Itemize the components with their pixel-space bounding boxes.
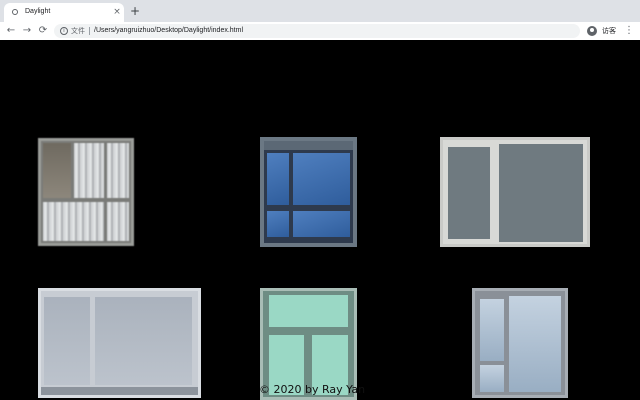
new-tab-button[interactable]: + bbox=[129, 4, 141, 18]
window-pane bbox=[509, 296, 561, 392]
window-blue bbox=[260, 137, 357, 247]
guest-avatar-icon bbox=[587, 26, 597, 36]
copyright-credit: © 2020 by Ray Yan bbox=[259, 383, 366, 396]
close-tab-icon[interactable]: × bbox=[112, 6, 122, 18]
window-pane bbox=[74, 143, 104, 198]
browser-toolbar: ← → ⟳ i 文件 /Users/yangruizhuo/Desktop/Da… bbox=[0, 22, 640, 40]
window-pane bbox=[448, 147, 490, 239]
back-icon[interactable]: ← bbox=[5, 24, 17, 38]
window-pane bbox=[107, 143, 129, 198]
window-pane bbox=[95, 297, 192, 385]
url-text[interactable]: /Users/yangruizhuo/Desktop/Daylight/inde… bbox=[94, 25, 243, 37]
window-pane bbox=[269, 295, 348, 327]
window-frame-top bbox=[264, 141, 353, 150]
window-pane bbox=[107, 202, 129, 241]
window-pane bbox=[43, 202, 104, 241]
window-pane bbox=[44, 297, 90, 385]
window-frame-bottom bbox=[41, 387, 198, 395]
window-pane bbox=[499, 144, 583, 242]
profile-label: 访客 bbox=[602, 27, 616, 35]
address-divider bbox=[89, 27, 90, 35]
window-pane bbox=[43, 143, 71, 198]
scheme-label: 文件 bbox=[71, 27, 85, 35]
page-favicon-icon bbox=[12, 9, 18, 15]
browser-chrome: Daylight × + ← → ⟳ i 文件 /Users/yangruizh… bbox=[0, 0, 640, 40]
more-menu-icon[interactable]: ⋮ bbox=[624, 24, 634, 38]
window-grey bbox=[440, 137, 590, 247]
reload-icon[interactable]: ⟳ bbox=[37, 24, 49, 38]
window-pane bbox=[293, 153, 350, 205]
window-pane bbox=[480, 299, 504, 361]
address-bar[interactable]: i 文件 /Users/yangruizhuo/Desktop/Daylight… bbox=[54, 24, 580, 38]
window-curtains bbox=[38, 138, 134, 246]
window-pale bbox=[38, 288, 201, 398]
site-info-icon[interactable]: i bbox=[60, 27, 68, 35]
tab-strip: Daylight × + bbox=[0, 0, 640, 22]
profile-button[interactable]: 访客 bbox=[587, 25, 619, 37]
window-pane bbox=[267, 211, 289, 237]
window-pane bbox=[267, 153, 289, 205]
tab-title: Daylight bbox=[25, 8, 51, 15]
tab-daylight[interactable]: Daylight × bbox=[4, 3, 124, 22]
window-pane bbox=[480, 365, 504, 392]
page-content: © 2020 by Ray Yan bbox=[0, 40, 640, 400]
forward-icon[interactable]: → bbox=[21, 24, 33, 38]
window-pane bbox=[293, 211, 350, 237]
window-light-blue bbox=[472, 288, 568, 398]
